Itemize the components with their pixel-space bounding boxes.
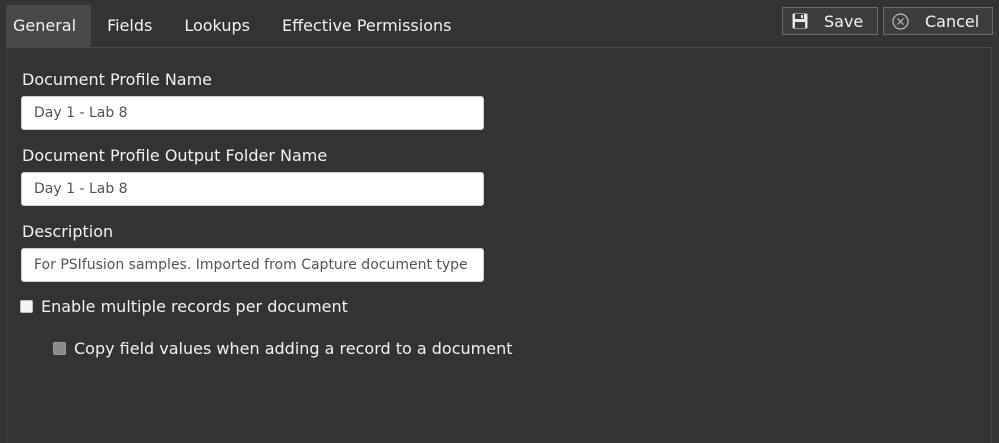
description-input[interactable] <box>21 248 484 282</box>
output-folder-input[interactable] <box>21 172 484 206</box>
profile-name-input[interactable] <box>21 96 484 130</box>
cancel-button-label: Cancel <box>925 11 980 31</box>
circle-x-icon <box>891 12 909 30</box>
profile-name-label: Document Profile Name <box>22 70 213 89</box>
multiple-records-option[interactable]: Enable multiple records per document <box>20 297 348 316</box>
tab-lookups[interactable]: Lookups <box>168 5 266 47</box>
output-folder-label: Document Profile Output Folder Name <box>22 146 328 165</box>
copy-field-values-checkbox[interactable] <box>53 342 66 355</box>
save-button-label: Save <box>824 11 864 31</box>
copy-field-values-label: Copy field values when adding a record t… <box>74 339 513 358</box>
tab-effective-permissions[interactable]: Effective Permissions <box>266 5 468 47</box>
copy-field-values-option[interactable]: Copy field values when adding a record t… <box>53 339 513 358</box>
multiple-records-label: Enable multiple records per document <box>41 297 348 316</box>
tab-general[interactable]: General <box>6 5 92 47</box>
floppy-disk-icon <box>791 12 809 30</box>
document-profile-editor: General Fields Lookups Effective Permiss… <box>0 0 999 443</box>
general-panel: Document Profile Name Document Profile O… <box>6 47 992 443</box>
tab-fields[interactable]: Fields <box>91 5 168 47</box>
description-label: Description <box>22 222 114 241</box>
cancel-button[interactable]: Cancel <box>883 7 993 35</box>
action-buttons: Save Cancel <box>782 7 993 35</box>
save-button[interactable]: Save <box>782 7 878 35</box>
multiple-records-checkbox[interactable] <box>20 300 33 313</box>
